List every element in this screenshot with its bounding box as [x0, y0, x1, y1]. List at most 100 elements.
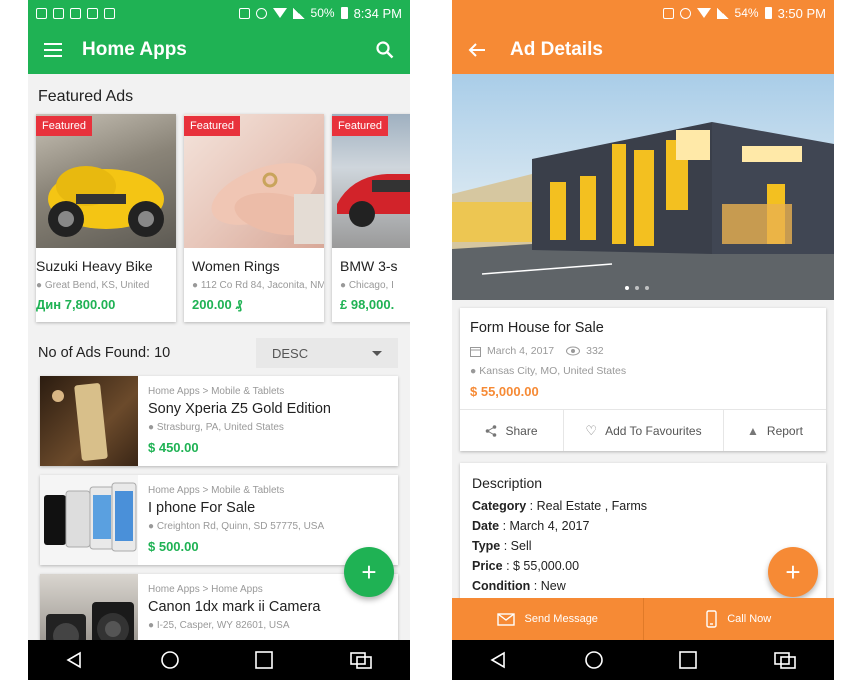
description-category: Category : Real Estate , Farms: [472, 499, 648, 513]
home-icon[interactable]: [160, 650, 180, 670]
system-nav-bar: [28, 640, 410, 680]
add-to-favourites-button[interactable]: ♡ Add To Favourites: [564, 410, 724, 451]
featured-title: Suzuki Heavy Bike: [36, 258, 153, 274]
recents-icon[interactable]: [678, 650, 698, 670]
description-condition: Condition : New: [472, 579, 566, 593]
ad-price: $ 500.00: [148, 539, 199, 554]
featured-location: ● Chicago, I: [340, 280, 394, 291]
ad-title: Sony Xperia Z5 Gold Edition: [148, 401, 331, 417]
share-button[interactable]: Share: [460, 410, 564, 451]
description-date: Date : March 4, 2017: [472, 519, 590, 533]
featured-badge: Featured: [36, 116, 93, 136]
sort-dropdown[interactable]: DESC: [256, 338, 398, 368]
featured-card[interactable]: Featured BMW 3-s ● Chicago, I £ 98,000.: [332, 114, 410, 322]
ad-title: Form House for Sale: [470, 320, 604, 336]
ad-location: ● I-25, Casper, WY 82601, USA: [148, 620, 290, 631]
app-bar: Ad Details: [452, 26, 834, 74]
send-message-button[interactable]: Send Message: [452, 598, 644, 640]
alarm-icon: [255, 7, 267, 19]
description-title: Description: [472, 475, 543, 491]
back-icon[interactable]: [489, 650, 509, 670]
add-ad-button[interactable]: +: [768, 547, 818, 597]
app-bar: Home Apps: [28, 26, 410, 74]
featured-price: £ 98,000.: [340, 297, 395, 312]
wifi-icon: [272, 8, 287, 18]
home-icon[interactable]: [584, 650, 604, 670]
ads-count: No of Ads Found: 10: [38, 345, 171, 361]
report-label: Report: [766, 423, 803, 438]
call-now-button[interactable]: Call Now: [643, 598, 834, 640]
notification-icon: [36, 7, 47, 19]
warning-icon: ▲: [747, 423, 759, 438]
ad-category: Home Apps > Mobile & Tablets: [148, 485, 285, 496]
system-nav-bar: [452, 640, 834, 680]
featured-image: Featured: [332, 114, 410, 248]
ad-location: ● Strasburg, PA, United States: [148, 422, 284, 433]
sort-value: DESC: [272, 345, 309, 361]
app-title: Ad Details: [510, 39, 603, 60]
ad-category: Home Apps > Mobile & Tablets: [148, 386, 285, 397]
ad-title: I phone For Sale: [148, 500, 256, 516]
image-icon: [87, 7, 98, 19]
app-title: Home Apps: [82, 39, 187, 60]
switch-sim-icon[interactable]: [773, 650, 797, 670]
featured-card[interactable]: Featured Suzuki Heavy Bike ● Great Bend,…: [36, 114, 176, 322]
calendar-icon: [470, 346, 481, 357]
list-item[interactable]: Home Apps > Mobile & Tablets I phone For…: [40, 475, 398, 565]
share-label: Share: [505, 423, 538, 438]
heart-icon: ♡: [585, 422, 598, 438]
ad-date: March 4, 2017: [487, 345, 555, 357]
vibrate-icon: [662, 7, 674, 19]
featured-title: Women Rings: [192, 258, 280, 274]
chevron-down-icon: [372, 350, 382, 356]
featured-location: ● Great Bend, KS, United: [36, 280, 150, 291]
ad-location: ● Kansas City, MO, United States: [470, 365, 627, 377]
contact-bar: Send Message Call Now: [452, 598, 834, 640]
status-bar: 50% 8:34 PM: [28, 0, 410, 26]
search-icon[interactable]: [376, 41, 394, 59]
send-message-label: Send Message: [524, 613, 598, 625]
battery-icon: [340, 7, 348, 19]
featured-carousel[interactable]: Featured Suzuki Heavy Bike ● Great Bend,…: [28, 114, 410, 322]
ad-title: Canon 1dx mark ii Camera: [148, 599, 321, 615]
ad-location: ● Creighton Rd, Quinn, SD 57775, USA: [148, 521, 325, 532]
list-item[interactable]: Home Apps > Mobile & Tablets Sony Xperia…: [40, 376, 398, 466]
recents-icon[interactable]: [254, 650, 274, 670]
back-icon[interactable]: [65, 650, 85, 670]
status-bar: 54% 3:50 PM: [452, 0, 834, 26]
featured-card[interactable]: Featured Women Rings ● 112 Co Rd 84, Jac…: [184, 114, 324, 322]
menu-icon[interactable]: [44, 43, 62, 57]
featured-badge: Featured: [332, 116, 389, 136]
wifi-icon: [696, 8, 711, 18]
ad-hero-image[interactable]: [452, 74, 834, 300]
ad-price: $ 450.00: [148, 440, 199, 455]
switch-sim-icon[interactable]: [349, 650, 373, 670]
clock: 3:50 PM: [777, 5, 826, 21]
mail-icon: [496, 612, 515, 626]
featured-price: Дин 7,800.00: [36, 297, 116, 312]
android-icon: [104, 7, 115, 19]
ad-summary-card: Form House for Sale March 4, 2017 332 ● …: [460, 308, 826, 451]
featured-location: ● 112 Co Rd 84, Jaconita, NM: [192, 280, 324, 291]
signal-icon: [716, 7, 729, 19]
ad-image: [40, 475, 138, 565]
add-ad-button[interactable]: +: [344, 547, 394, 597]
featured-badge: Featured: [184, 116, 241, 136]
vibrate-icon: [238, 7, 250, 19]
back-arrow-icon[interactable]: [468, 42, 486, 58]
signal-icon: [292, 7, 305, 19]
ads-list: Home Apps > Mobile & Tablets Sony Xperia…: [28, 368, 410, 664]
battery-icon: [764, 7, 772, 19]
ad-details-screen: 54% 3:50 PM Ad Details Form House for Sa…: [452, 0, 834, 680]
featured-image: Featured: [36, 114, 176, 248]
ad-image: [40, 376, 138, 466]
eye-icon: [566, 346, 581, 356]
alarm-icon: [679, 7, 691, 19]
call-now-label: Call Now: [727, 613, 772, 625]
notification-icon: [53, 7, 64, 19]
battery-percent: 50%: [310, 6, 335, 20]
usb-icon: [70, 7, 81, 19]
report-button[interactable]: ▲ Report: [724, 410, 826, 451]
description-price: Price : $ 55,000.00: [472, 559, 580, 573]
share-icon: [486, 424, 497, 437]
